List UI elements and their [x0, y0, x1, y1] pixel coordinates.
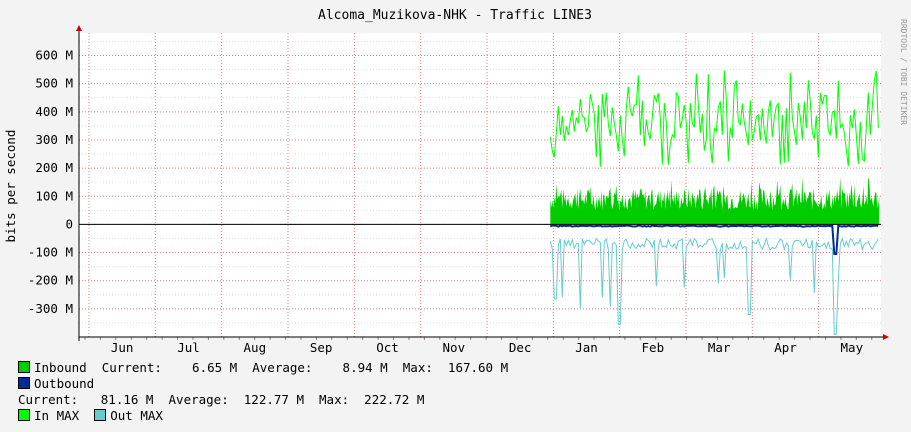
legend-inmax-label: In MAX [34, 408, 80, 423]
legend-outbound-stats: Current: 81.16 M Average: 122.77 M Max: … [18, 392, 425, 407]
y-tick-label: -200 M [28, 273, 73, 288]
legend-outbound-label: Outbound [34, 376, 95, 391]
inbound-swatch [18, 361, 30, 373]
outbound-swatch [18, 377, 30, 389]
x-tick-label: Feb [642, 340, 665, 355]
y-tick-label: 300 M [35, 132, 73, 147]
x-tick-label: May [841, 340, 864, 355]
y-axis-arrow [76, 25, 82, 31]
watermark: RRDTOOL / TOBI OETIKER [899, 19, 908, 125]
y-tick-label: -100 M [28, 245, 73, 260]
legend-outbound: Outbound [18, 376, 94, 392]
x-tick-label: Jun [111, 340, 134, 355]
x-tick-label: Jan [575, 340, 598, 355]
x-tick-label: Nov [443, 340, 466, 355]
chart-title: Alcoma_Muzikova-NHK - Traffic LINE3 [318, 8, 592, 23]
y-tick-label: 600 M [35, 48, 73, 63]
y-tick-label: 500 M [35, 76, 73, 91]
y-tick-label: 400 M [35, 104, 73, 119]
x-axis-arrow [883, 334, 889, 340]
legend-max: In MAX Out MAX [18, 408, 163, 424]
legend-inbound-stats: Current: 6.65 M Average: 8.94 M Max: 167… [86, 360, 509, 375]
x-tick-label: Jul [177, 340, 200, 355]
outmax-swatch [94, 409, 107, 421]
x-tick-label: Sep [310, 340, 333, 355]
x-tick-label: Mar [708, 340, 731, 355]
inmax-swatch [18, 409, 30, 421]
y-tick-label: 0 [65, 216, 73, 231]
plot-area [79, 33, 881, 337]
x-tick-label: Aug [244, 340, 267, 355]
legend-inbound: Inbound Current: 6.65 M Average: 8.94 M … [18, 360, 508, 376]
y-tick-label: 100 M [35, 188, 73, 203]
x-tick-label: Apr [774, 340, 797, 355]
y-tick-label: 200 M [35, 160, 73, 175]
x-tick-label: Oct [376, 340, 399, 355]
x-tick-label: Dec [509, 340, 532, 355]
legend-inbound-label: Inbound [34, 360, 87, 375]
y-axis-label: bits per second [3, 130, 18, 243]
y-tick-label: -300 M [28, 301, 73, 316]
legend-outmax-label: Out MAX [110, 408, 163, 423]
legend-outbound-stats-row: Current: 81.16 M Average: 122.77 M Max: … [18, 392, 424, 408]
